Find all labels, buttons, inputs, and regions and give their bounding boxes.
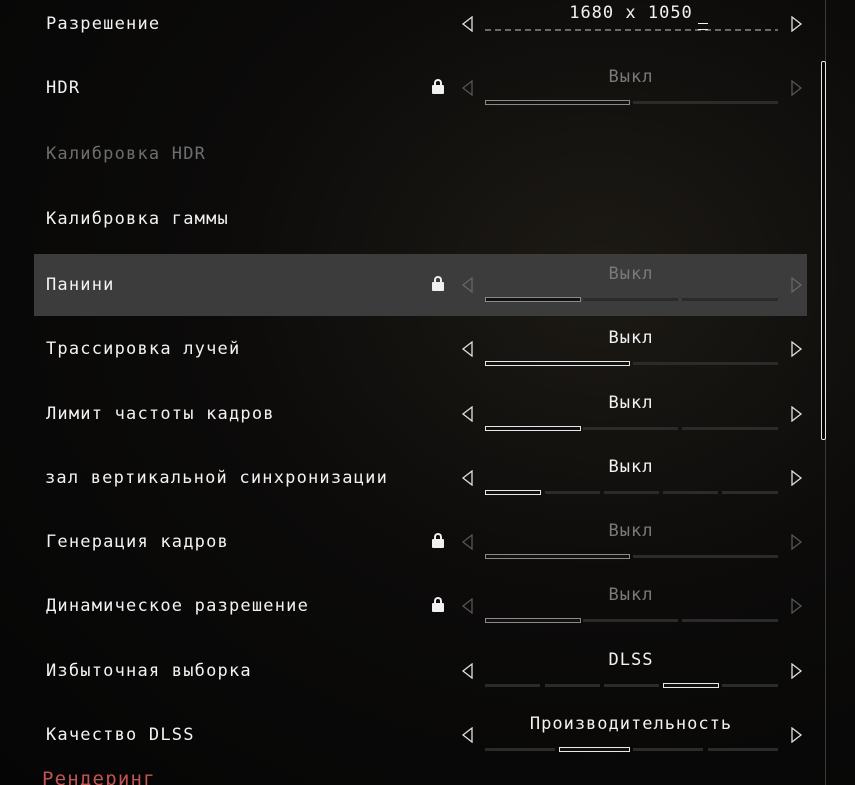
setting-row-resolution[interactable]: Разрешение 1680 x 1050 [34, 0, 807, 55]
resolution-slider[interactable] [485, 29, 778, 31]
arrow-right-icon[interactable] [789, 534, 803, 550]
setting-label: Калибровка гаммы [46, 209, 229, 229]
setting-value: Производительность [529, 714, 733, 734]
setting-value: Выкл [608, 264, 654, 284]
setting-label: Лимит частоты кадров [46, 404, 275, 424]
setting-row-dynamic-resolution[interactable]: Динамическое разрешение Выкл [34, 575, 807, 637]
setting-label: Генерация кадров [46, 532, 229, 552]
arrow-left-icon[interactable] [461, 663, 475, 679]
option-track [485, 100, 778, 105]
section-header-rendering: Рендеринг [42, 768, 156, 785]
setting-label: Динамическое разрешение [46, 596, 310, 616]
arrow-left-icon[interactable] [461, 534, 475, 550]
setting-value: Выкл [608, 393, 654, 413]
setting-value: Выкл [608, 521, 654, 541]
scrollbar-thumb[interactable] [821, 61, 826, 440]
arrow-left-icon[interactable] [461, 727, 475, 743]
arrow-right-icon[interactable] [789, 598, 803, 614]
arrow-left-icon[interactable] [461, 80, 475, 96]
setting-row-dlss-quality[interactable]: Качество DLSS Производительность [34, 704, 807, 766]
option-track [485, 747, 778, 752]
arrow-right-icon[interactable] [789, 470, 803, 486]
setting-label: Калибровка HDR [46, 144, 207, 164]
setting-value: Выкл [608, 457, 654, 477]
setting-row-gamma-calibration[interactable]: Калибровка гаммы [34, 188, 807, 250]
setting-label: Панини [46, 275, 115, 295]
setting-value: DLSS [608, 650, 654, 670]
setting-row-frame-generation[interactable]: Генерация кадров Выкл [34, 511, 807, 573]
option-track [485, 490, 778, 495]
arrow-left-icon[interactable] [461, 470, 475, 486]
lock-icon [432, 276, 444, 291]
lock-icon [432, 533, 444, 548]
setting-value: 1680 x 1050 [569, 3, 693, 23]
arrow-right-icon[interactable] [789, 663, 803, 679]
option-track [485, 361, 778, 366]
arrow-right-icon[interactable] [789, 16, 803, 32]
setting-row-hdr[interactable]: HDR Выкл [34, 57, 807, 119]
setting-row-hdr-calibration: Калибровка HDR [34, 123, 807, 185]
settings-list: Разрешение 1680 x 1050 HDR Выкл Калибров… [0, 0, 820, 785]
setting-row-vsync-interval[interactable]: зал вертикальной синхронизации Выкл [34, 447, 807, 509]
setting-row-supersampling[interactable]: Избыточная выборка DLSS [34, 640, 807, 702]
arrow-right-icon[interactable] [789, 341, 803, 357]
arrow-left-icon[interactable] [461, 16, 475, 32]
setting-label: HDR [46, 78, 81, 98]
setting-value: Выкл [608, 328, 654, 348]
setting-label: Качество DLSS [46, 725, 195, 745]
arrow-left-icon[interactable] [461, 406, 475, 422]
setting-value: Выкл [608, 585, 654, 605]
option-track [485, 554, 778, 559]
setting-value: Выкл [608, 67, 654, 87]
arrow-right-icon[interactable] [789, 80, 803, 96]
arrow-left-icon[interactable] [461, 341, 475, 357]
setting-row-frame-rate-limit[interactable]: Лимит частоты кадров Выкл [34, 383, 807, 445]
option-track [485, 618, 778, 623]
setting-label: Избыточная выборка [46, 661, 252, 681]
arrow-left-icon[interactable] [461, 277, 475, 293]
option-track [485, 426, 778, 431]
lock-icon [432, 597, 444, 612]
arrow-right-icon[interactable] [789, 727, 803, 743]
resolution-slider-thumb[interactable] [698, 23, 708, 30]
arrow-right-icon[interactable] [789, 406, 803, 422]
setting-label: Разрешение [46, 14, 161, 34]
arrow-right-icon[interactable] [789, 277, 803, 293]
setting-row-panini[interactable]: Панини Выкл [34, 254, 807, 316]
lock-icon [432, 79, 444, 94]
setting-row-ray-tracing[interactable]: Трассировка лучей Выкл [34, 318, 807, 380]
arrow-left-icon[interactable] [461, 598, 475, 614]
option-track [485, 683, 778, 688]
option-track [485, 297, 778, 302]
setting-label: Трассировка лучей [46, 339, 241, 359]
setting-label: зал вертикальной синхронизации [45, 468, 389, 488]
